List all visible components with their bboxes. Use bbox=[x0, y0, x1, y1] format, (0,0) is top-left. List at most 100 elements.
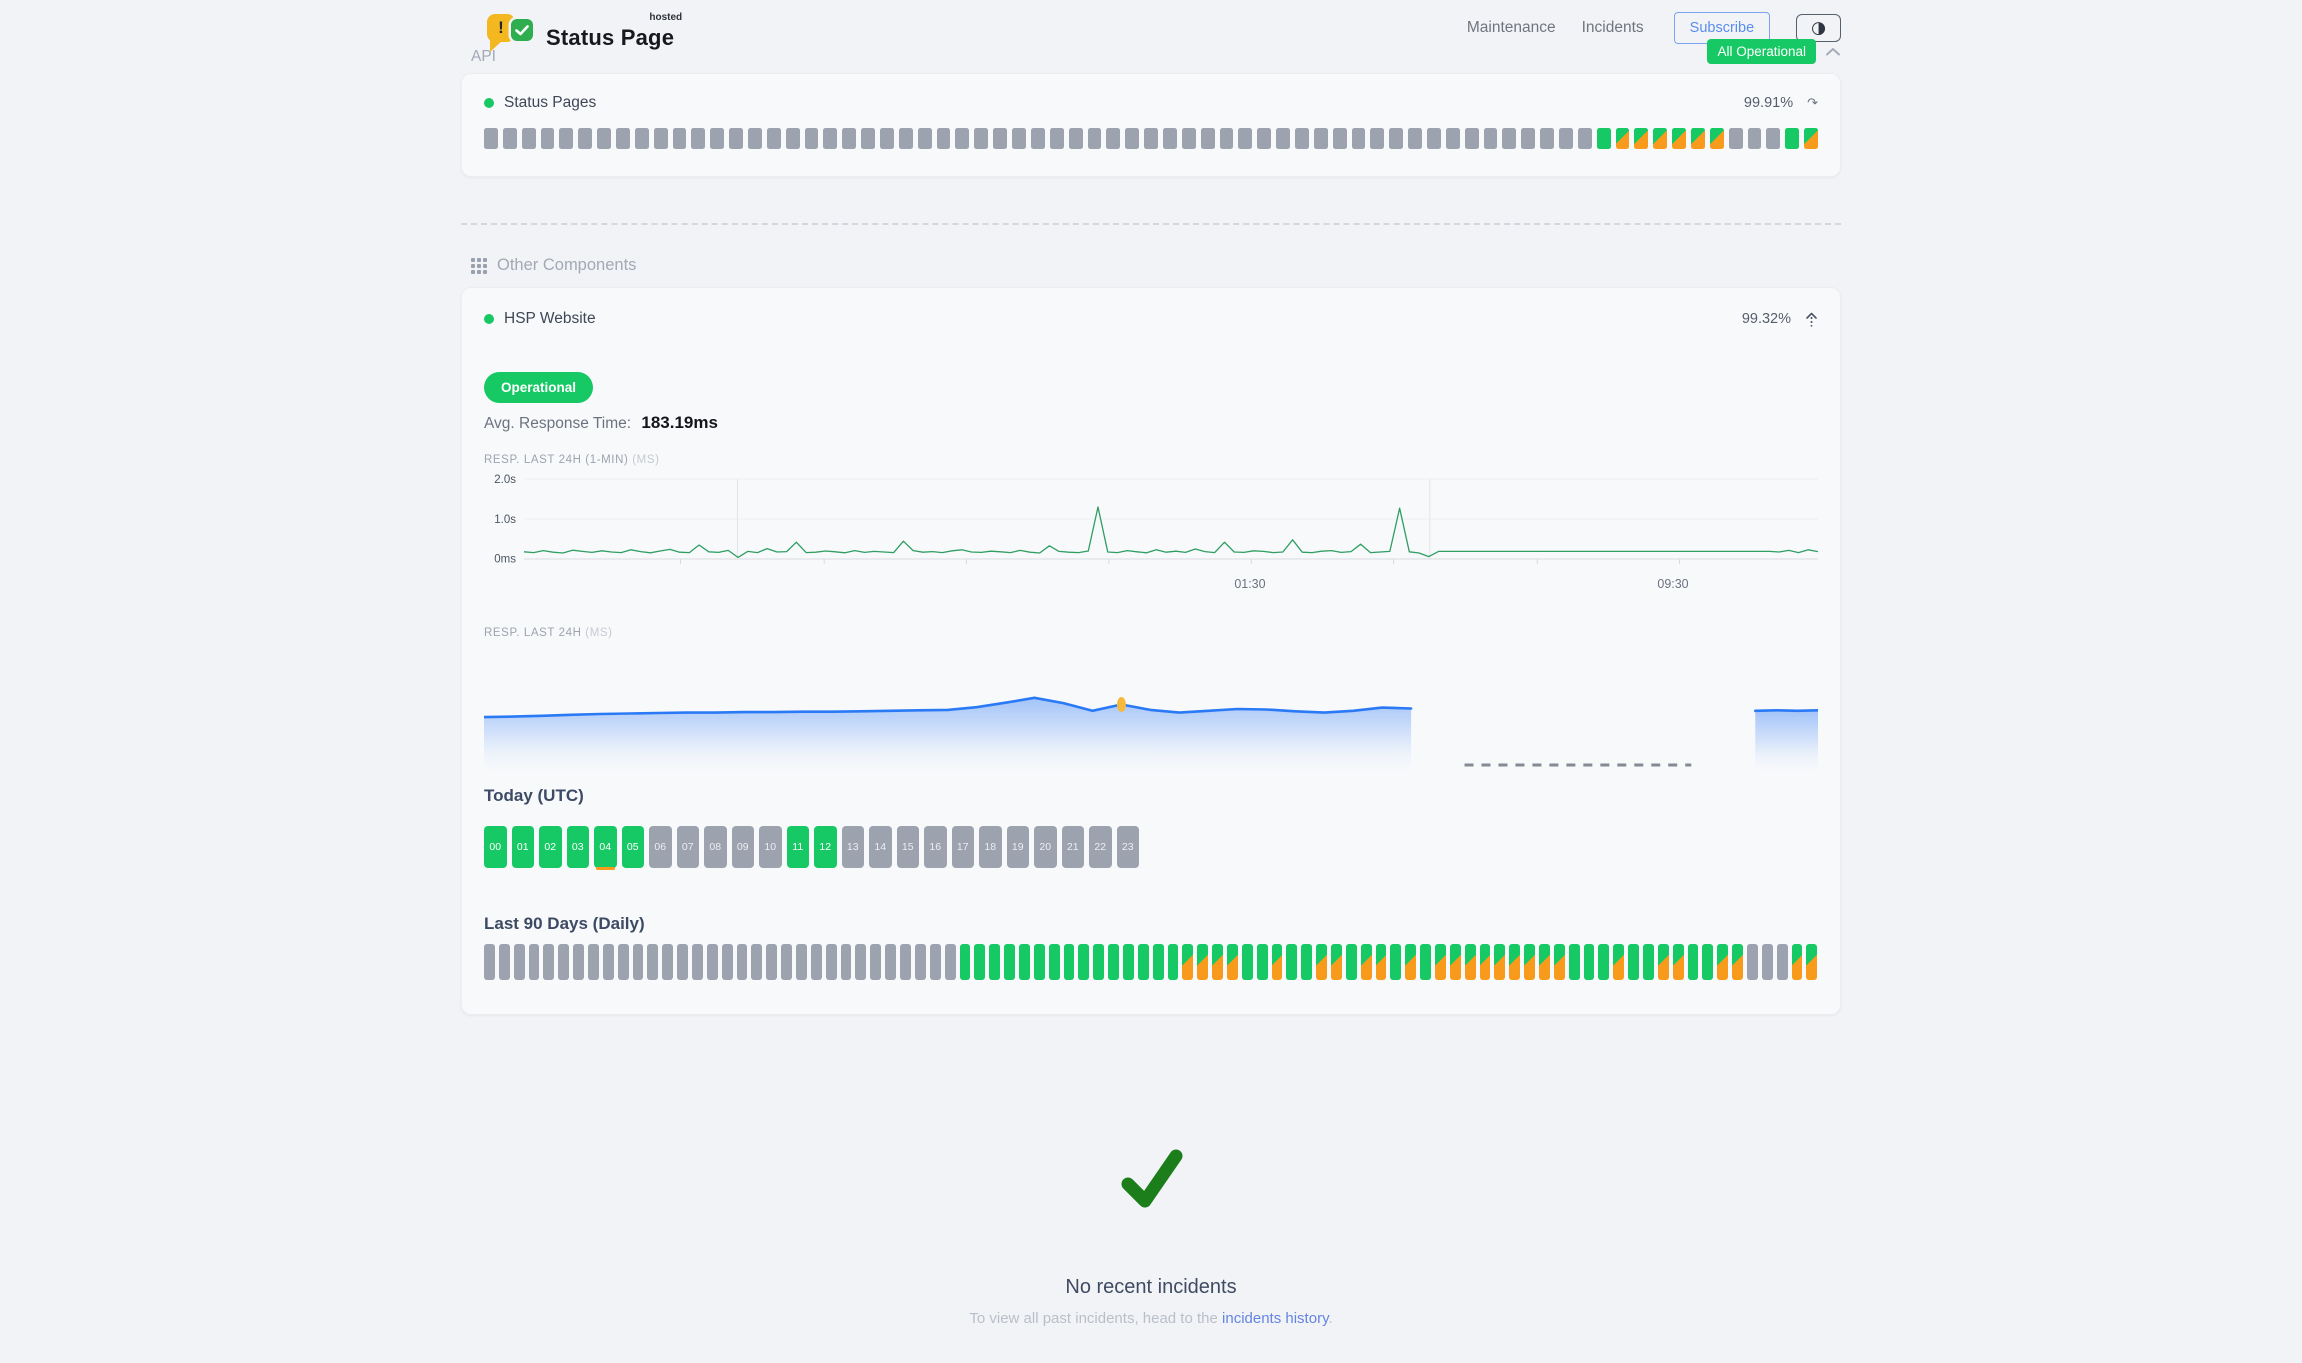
uptime-bar[interactable] bbox=[1616, 128, 1630, 149]
daily-bar[interactable] bbox=[1212, 944, 1223, 980]
uptime-bar[interactable] bbox=[1427, 128, 1441, 149]
uptime-bar[interactable] bbox=[1012, 128, 1026, 149]
uptime-bar[interactable] bbox=[1672, 128, 1686, 149]
daily-bar[interactable] bbox=[633, 944, 644, 980]
daily-bar[interactable] bbox=[1405, 944, 1416, 980]
hour-block-04[interactable]: 04 bbox=[594, 826, 617, 868]
daily-bar[interactable] bbox=[514, 944, 525, 980]
daily-bar[interactable] bbox=[1361, 944, 1372, 980]
daily-bar[interactable] bbox=[1747, 944, 1758, 980]
daily-bar[interactable] bbox=[1688, 944, 1699, 980]
daily-bar[interactable] bbox=[841, 944, 852, 980]
uptime-bar[interactable] bbox=[748, 128, 762, 149]
daily-bar[interactable] bbox=[484, 944, 495, 980]
uptime-bar[interactable] bbox=[1125, 128, 1139, 149]
uptime-bar[interactable] bbox=[710, 128, 724, 149]
daily-bar[interactable] bbox=[1702, 944, 1713, 980]
arrow-up-icon[interactable] bbox=[1805, 311, 1818, 328]
hour-block-20[interactable]: 20 bbox=[1034, 826, 1057, 868]
uptime-bar[interactable] bbox=[1748, 128, 1762, 149]
uptime-bar[interactable] bbox=[1785, 128, 1799, 149]
uptime-bar[interactable] bbox=[842, 128, 856, 149]
uptime-bar[interactable] bbox=[1634, 128, 1648, 149]
daily-bar[interactable] bbox=[1123, 944, 1134, 980]
daily-bar[interactable] bbox=[1064, 944, 1075, 980]
daily-bar[interactable] bbox=[1346, 944, 1357, 980]
daily-bar[interactable] bbox=[1376, 944, 1387, 980]
daily-bar[interactable] bbox=[1093, 944, 1104, 980]
uptime-bar[interactable] bbox=[823, 128, 837, 149]
daily-bar[interactable] bbox=[1509, 944, 1520, 980]
uptime-bar[interactable] bbox=[974, 128, 988, 149]
daily-bar[interactable] bbox=[1257, 944, 1268, 980]
daily-bar[interactable] bbox=[1806, 944, 1817, 980]
daily-bar[interactable] bbox=[1034, 944, 1045, 980]
refresh-icon[interactable]: ↷ bbox=[1807, 96, 1818, 111]
daily-bar[interactable] bbox=[1554, 944, 1565, 980]
daily-bar[interactable] bbox=[1316, 944, 1327, 980]
daily-bar[interactable] bbox=[1539, 944, 1550, 980]
nav-incidents[interactable]: Incidents bbox=[1582, 19, 1644, 37]
daily-bar[interactable] bbox=[1272, 944, 1283, 980]
daily-bar[interactable] bbox=[989, 944, 1000, 980]
daily-bar[interactable] bbox=[1078, 944, 1089, 980]
daily-bar[interactable] bbox=[529, 944, 540, 980]
uptime-bar[interactable] bbox=[1182, 128, 1196, 149]
uptime-bar[interactable] bbox=[654, 128, 668, 149]
hour-block-13[interactable]: 13 bbox=[842, 826, 865, 868]
hour-block-21[interactable]: 21 bbox=[1062, 826, 1085, 868]
daily-bar[interactable] bbox=[781, 944, 792, 980]
daily-bar[interactable] bbox=[1301, 944, 1312, 980]
daily-bar[interactable] bbox=[1584, 944, 1595, 980]
hour-block-08[interactable]: 08 bbox=[704, 826, 727, 868]
uptime-bar[interactable] bbox=[861, 128, 875, 149]
daily-bar[interactable] bbox=[1598, 944, 1609, 980]
daily-bar[interactable] bbox=[1182, 944, 1193, 980]
daily-bar[interactable] bbox=[1480, 944, 1491, 980]
daily-bar[interactable] bbox=[1138, 944, 1149, 980]
uptime-bar[interactable] bbox=[1710, 128, 1724, 149]
daily-bar[interactable] bbox=[1049, 944, 1060, 980]
hour-block-22[interactable]: 22 bbox=[1089, 826, 1112, 868]
uptime-bar[interactable] bbox=[1295, 128, 1309, 149]
chevron-up-icon[interactable] bbox=[1825, 47, 1841, 56]
response-time-line-chart[interactable]: 2.0s1.0s0ms01:3009:30 bbox=[484, 471, 1818, 597]
daily-bar[interactable] bbox=[930, 944, 941, 980]
uptime-bar[interactable] bbox=[1446, 128, 1460, 149]
uptime-bar[interactable] bbox=[1088, 128, 1102, 149]
daily-bar[interactable] bbox=[558, 944, 569, 980]
daily-bar[interactable] bbox=[662, 944, 673, 980]
daily-bar[interactable] bbox=[1286, 944, 1297, 980]
daily-bar[interactable] bbox=[618, 944, 629, 980]
uptime-bar[interactable] bbox=[1144, 128, 1158, 149]
daily-bar[interactable] bbox=[870, 944, 881, 980]
daily-bar[interactable] bbox=[707, 944, 718, 980]
uptime-bar[interactable] bbox=[1106, 128, 1120, 149]
hour-block-16[interactable]: 16 bbox=[924, 826, 947, 868]
uptime-bar[interactable] bbox=[729, 128, 743, 149]
daily-bar[interactable] bbox=[603, 944, 614, 980]
nav-maintenance[interactable]: Maintenance bbox=[1467, 19, 1556, 37]
hour-block-14[interactable]: 14 bbox=[869, 826, 892, 868]
uptime-bar[interactable] bbox=[522, 128, 536, 149]
uptime-bar[interactable] bbox=[1257, 128, 1271, 149]
hour-block-09[interactable]: 09 bbox=[732, 826, 755, 868]
uptime-bar[interactable] bbox=[786, 128, 800, 149]
daily-bar[interactable] bbox=[826, 944, 837, 980]
daily-bar[interactable] bbox=[1197, 944, 1208, 980]
hour-block-06[interactable]: 06 bbox=[649, 826, 672, 868]
daily-bar[interactable] bbox=[811, 944, 822, 980]
daily-bar[interactable] bbox=[722, 944, 733, 980]
uptime-bar[interactable] bbox=[1804, 128, 1818, 149]
uptime-bar[interactable] bbox=[1238, 128, 1252, 149]
daily-bar[interactable] bbox=[1242, 944, 1253, 980]
daily-bar[interactable] bbox=[960, 944, 971, 980]
hour-block-03[interactable]: 03 bbox=[567, 826, 590, 868]
uptime-bar[interactable] bbox=[1729, 128, 1743, 149]
hour-block-10[interactable]: 10 bbox=[759, 826, 782, 868]
daily-bar[interactable] bbox=[1792, 944, 1803, 980]
daily-bar[interactable] bbox=[1628, 944, 1639, 980]
daily-bar[interactable] bbox=[1450, 944, 1461, 980]
hour-block-01[interactable]: 01 bbox=[512, 826, 535, 868]
theme-toggle-button[interactable]: ◑ bbox=[1796, 14, 1841, 42]
